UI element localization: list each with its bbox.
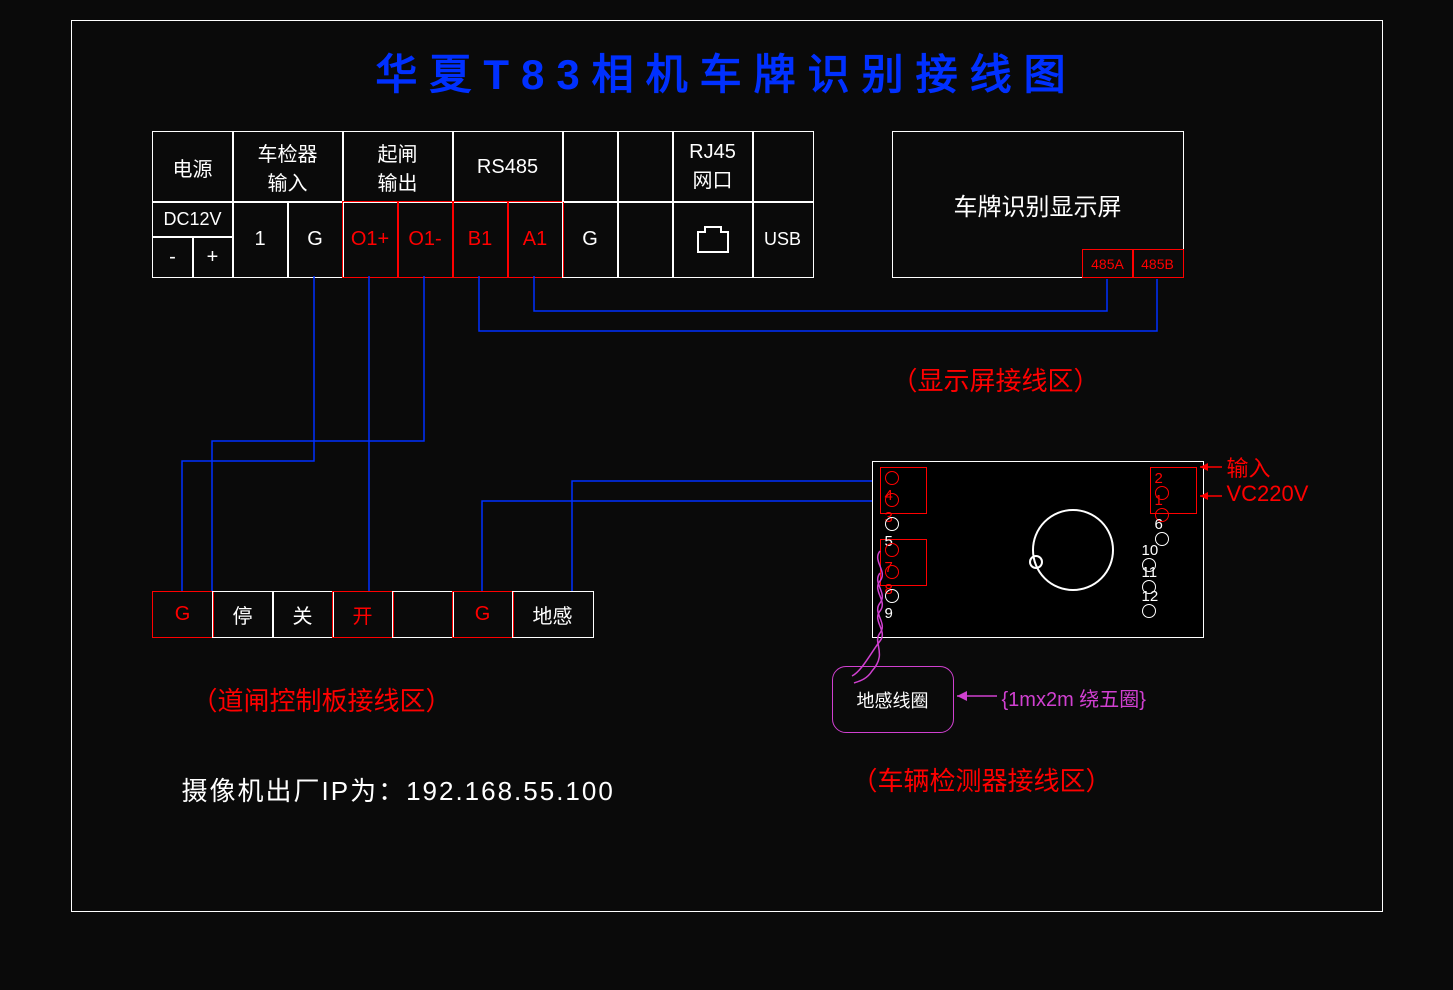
- hdr-rj45: RJ45 网口: [672, 131, 754, 203]
- pin1: 1: [1155, 492, 1163, 509]
- gate-stop: 停: [212, 591, 274, 638]
- gate-sense: 地感: [512, 591, 594, 638]
- pin10: 10: [1142, 542, 1159, 559]
- display-485a: 485A: [1082, 249, 1134, 278]
- cell-o1m: O1-: [397, 201, 454, 278]
- hdr-rs485: RS485: [452, 131, 564, 203]
- pin9: 9: [885, 605, 893, 622]
- hdr-empty3: [752, 131, 814, 203]
- gate-blank: [392, 591, 454, 638]
- pin11: 11: [1142, 564, 1158, 581]
- gate-g: G: [152, 591, 214, 638]
- ground-coil: 地感线圈: [832, 666, 954, 733]
- hdr-empty2: [617, 131, 674, 203]
- coil-note: {1mx2m 绕五圈}: [1002, 683, 1146, 712]
- gate-close: 关: [272, 591, 334, 638]
- detector-input-label: 输入: [1227, 451, 1271, 483]
- cell-o1p: O1+: [342, 201, 399, 278]
- gate-g2: G: [452, 591, 514, 638]
- cell-empty: [617, 201, 674, 278]
- pin12: 12: [1142, 588, 1159, 605]
- gate-zone-label: （道闸控制板接线区）: [192, 681, 452, 718]
- pin2: 2: [1155, 470, 1163, 487]
- diagram-title: 华夏T83相机车牌识别接线图: [72, 21, 1382, 102]
- detector-vc-label: VC220V: [1227, 481, 1309, 507]
- hdr-gate: 起闸 输出: [342, 131, 454, 203]
- diagram-frame: 华夏T83相机车牌识别接线图 电源 车检器 输入 起闸 输出 RS485 RJ4…: [71, 20, 1383, 912]
- cell-plus: +: [192, 236, 234, 278]
- camera-ip: 摄像机出厂IP为：192.168.55.100: [182, 771, 615, 808]
- detector-zone-label: （车辆检测器接线区）: [852, 761, 1112, 798]
- cell-b1: B1: [452, 201, 509, 278]
- cell-g1: G: [287, 201, 344, 278]
- cell-1: 1: [232, 201, 289, 278]
- hdr-empty1: [562, 131, 619, 203]
- gate-open: 开: [332, 591, 394, 638]
- hdr-detector: 车检器 输入: [232, 131, 344, 203]
- cell-a1: A1: [507, 201, 564, 278]
- hdr-power: 电源: [152, 131, 234, 203]
- cell-usb: USB: [752, 201, 814, 278]
- cell-rj45-port: [672, 201, 754, 278]
- cell-g2: G: [562, 201, 619, 278]
- cell-dc: DC12V: [152, 201, 234, 238]
- cell-minus: -: [152, 236, 194, 278]
- pin6: 6: [1155, 516, 1163, 533]
- display-485b: 485B: [1132, 249, 1184, 278]
- display-zone-label: （显示屏接线区）: [892, 361, 1100, 398]
